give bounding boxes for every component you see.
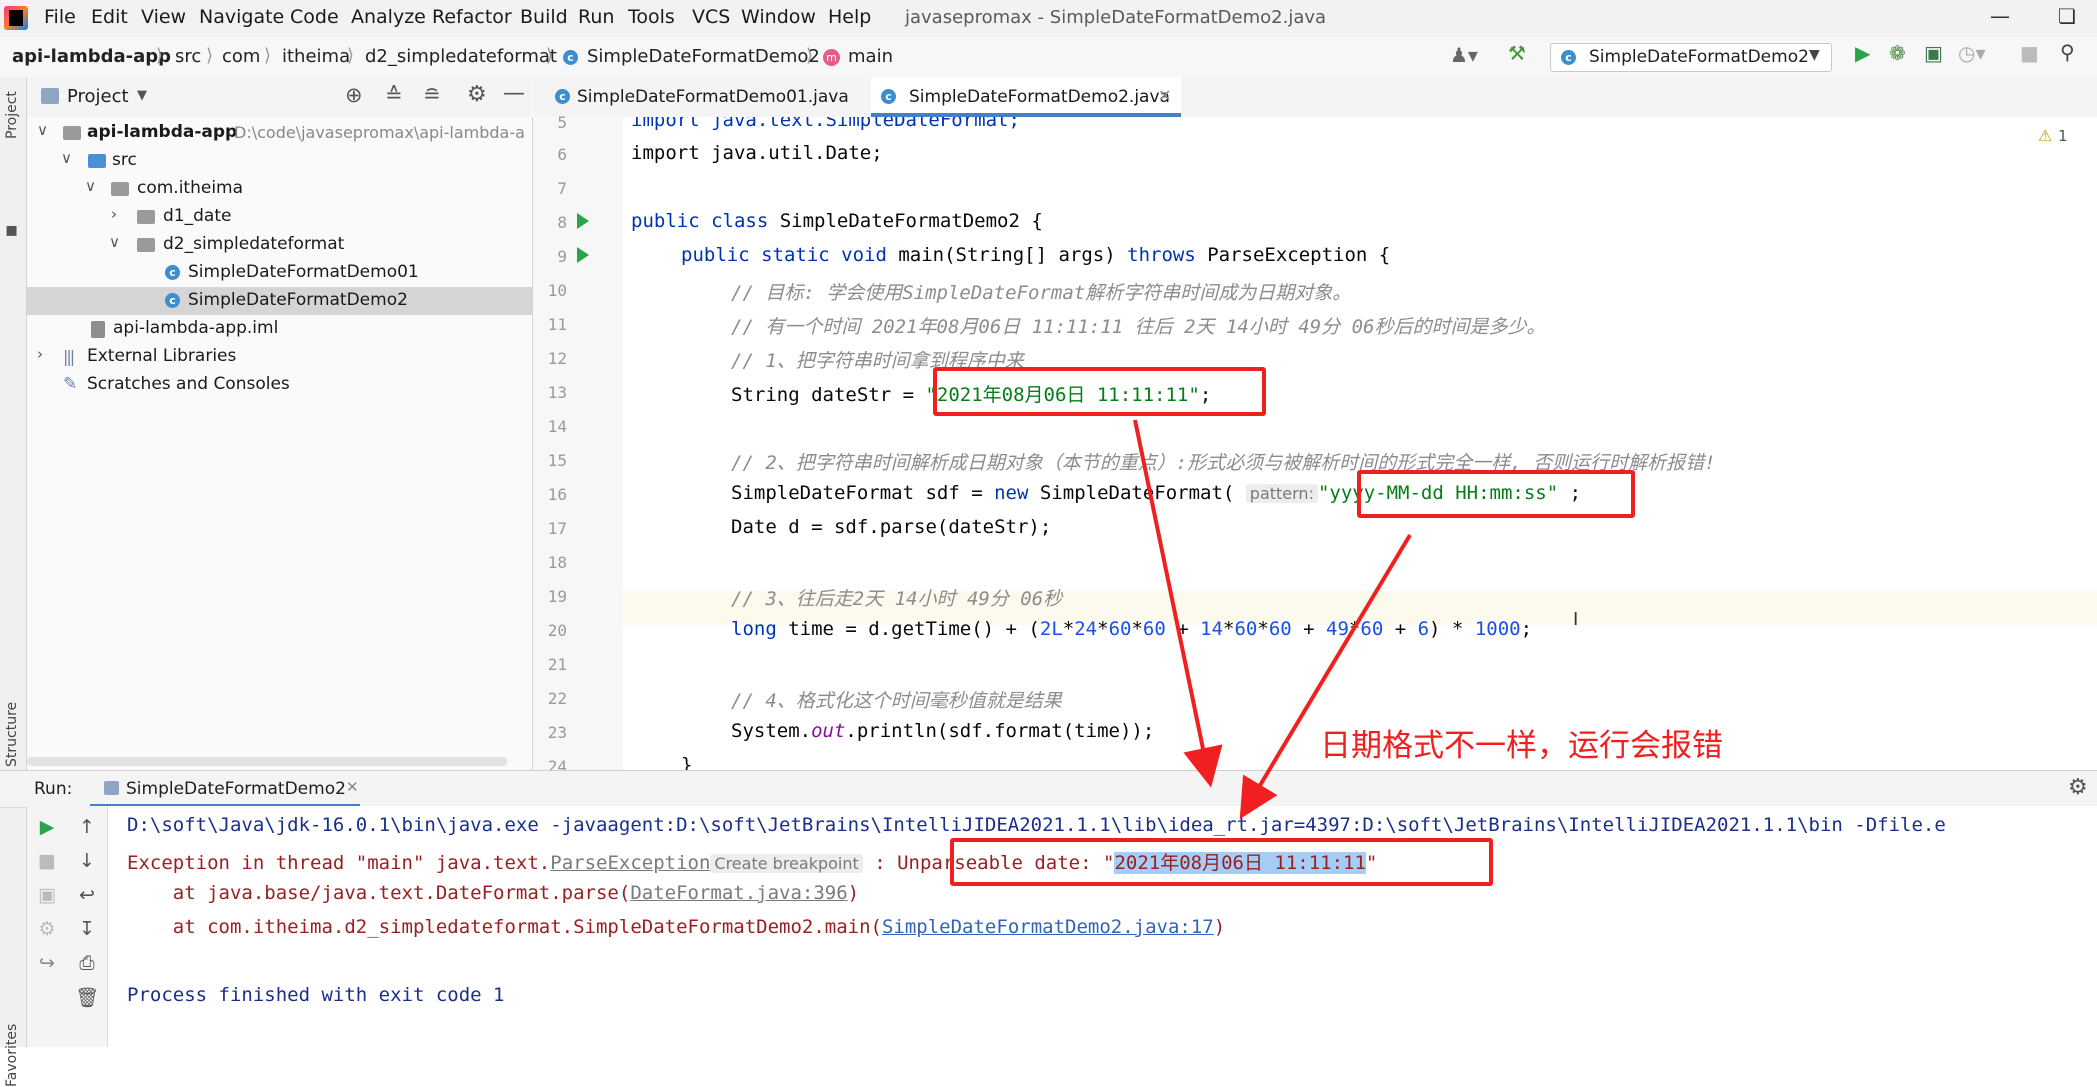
annotation-arrows [1133, 419, 1412, 820]
annotation-arrow [1133, 419, 1223, 788]
annotation-arrow [1239, 533, 1412, 820]
